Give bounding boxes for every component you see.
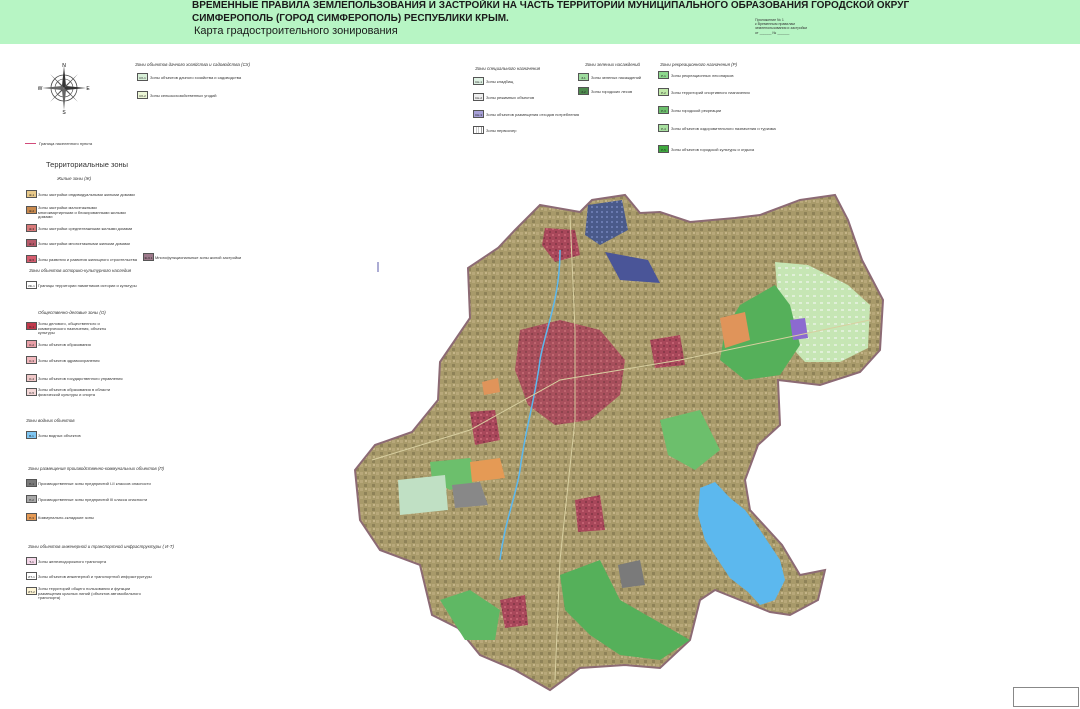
- zone-dense-south: [575, 495, 605, 532]
- zone-light-green-west: [398, 475, 448, 515]
- zone-dense-sw: [500, 595, 528, 628]
- zoning-map[interactable]: [0, 0, 1080, 709]
- zone-orange-2: [470, 458, 505, 482]
- title-block-stamp: [1013, 687, 1079, 707]
- zone-dense-east: [650, 335, 685, 368]
